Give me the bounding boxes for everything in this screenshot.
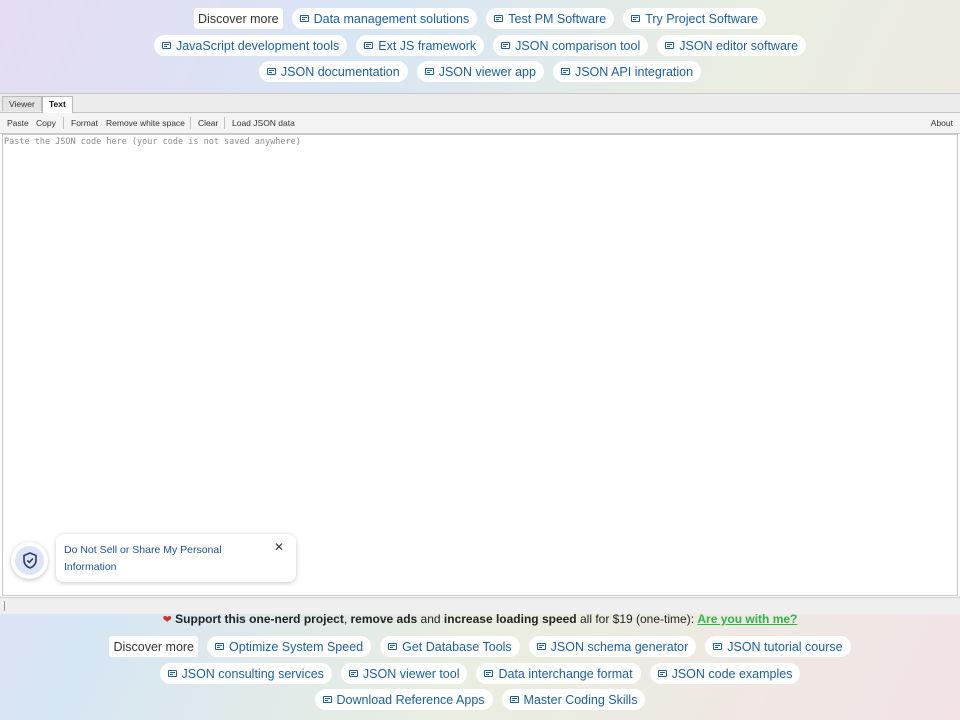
ad-chip-test-pm[interactable]: Test PM Software: [486, 8, 615, 29]
close-icon[interactable]: ✕: [274, 540, 284, 554]
ad-chip-label: JSON editor software: [679, 38, 799, 53]
clear-button[interactable]: Clear: [198, 113, 218, 133]
support-text-1: Support this one-nerd project: [175, 612, 344, 626]
ad-chip-label: JSON tutorial course: [727, 639, 843, 654]
ad-chip-label: JSON code examples: [671, 666, 793, 681]
ad-chip-code-examples[interactable]: JSON code examples: [649, 663, 801, 684]
ad-chip-optimize-speed[interactable]: Optimize System Speed: [207, 636, 372, 657]
toolbar-divider: [224, 117, 225, 129]
ad-icon: [657, 670, 667, 677]
ad-chip-schema-generator[interactable]: JSON schema generator: [528, 636, 697, 657]
ad-chip-database-tools[interactable]: Get Database Tools: [380, 636, 520, 657]
ad-icon: [322, 696, 332, 703]
support-text-3: increase loading speed: [443, 612, 577, 626]
ad-icon: [364, 42, 374, 49]
ad-icon: [348, 670, 358, 677]
ad-chip-json-viewer-app[interactable]: JSON viewer app: [416, 61, 544, 82]
format-button[interactable]: Format: [71, 113, 98, 133]
ad-icon: [631, 15, 641, 22]
heart-icon: ❤: [162, 614, 172, 626]
bottom-ad-row-3: Download Reference Apps Master Coding Sk…: [0, 689, 960, 710]
ad-icon: [299, 15, 309, 22]
ad-icon: [501, 42, 511, 49]
ad-icon: [424, 68, 434, 75]
ad-chip-label: Test PM Software: [508, 11, 607, 26]
ad-chip-json-compare[interactable]: JSON comparison tool: [493, 35, 649, 56]
ad-icon: [484, 670, 494, 677]
ad-chip-label: JSON comparison tool: [515, 38, 641, 53]
ad-chip-extjs[interactable]: Ext JS framework: [356, 35, 485, 56]
ad-icon: [388, 643, 398, 650]
tab-viewer[interactable]: Viewer: [2, 96, 42, 111]
ad-chip-label: JSON viewer app: [438, 64, 536, 79]
toolbar-divider: [190, 117, 191, 129]
ad-icon: [167, 670, 177, 677]
shield-icon: [15, 546, 44, 575]
support-and: and: [417, 612, 444, 626]
ad-chip-label: Get Database Tools: [402, 639, 512, 654]
ad-chip-label: Master Coding Skills: [523, 692, 638, 707]
ad-icon: [536, 643, 546, 650]
tab-text[interactable]: Text: [42, 96, 73, 113]
ad-chip-label: Try Project Software: [645, 11, 758, 26]
ad-icon: [161, 42, 171, 49]
top-ad-row-3: JSON documentation JSON viewer app JSON …: [0, 61, 960, 82]
top-ad-row-2: JavaScript development tools Ext JS fram…: [0, 35, 960, 56]
ad-chip-consulting[interactable]: JSON consulting services: [159, 663, 332, 684]
json-editor: [2, 134, 958, 596]
ad-icon: [560, 68, 570, 75]
privacy-popup: Do Not Sell or Share My Personal Informa…: [56, 534, 296, 582]
ad-chip-js-tools[interactable]: JavaScript development tools: [153, 35, 348, 56]
tab-bar: Viewer Text: [0, 94, 960, 113]
ad-chip-json-docs[interactable]: JSON documentation: [258, 61, 408, 82]
paste-button[interactable]: Paste: [7, 113, 29, 133]
ad-icon: [215, 643, 225, 650]
ad-chip-label: JSON viewer tool: [362, 666, 460, 681]
ad-chip-reference-apps[interactable]: Download Reference Apps: [314, 689, 493, 710]
privacy-shield-button[interactable]: [11, 542, 48, 579]
ad-icon: [509, 696, 519, 703]
top-ad-row-1: Discover more Data management solutions …: [0, 8, 960, 29]
ad-chip-data-management[interactable]: Data management solutions: [291, 8, 478, 29]
do-not-sell-link[interactable]: Do Not Sell or Share My Personal Informa…: [64, 542, 244, 575]
ad-icon: [266, 68, 276, 75]
discover-more-button[interactable]: Discover more: [109, 636, 199, 657]
status-cursor: [4, 601, 5, 611]
load-json-button[interactable]: Load JSON data: [232, 113, 295, 133]
remove-whitespace-button[interactable]: Remove white space: [106, 113, 185, 133]
discover-more-button[interactable]: Discover more: [194, 8, 283, 29]
support-text-2: remove ads: [350, 612, 418, 626]
ad-chip-viewer-tool[interactable]: JSON viewer tool: [340, 663, 468, 684]
ad-icon: [665, 42, 675, 49]
ad-chip-label: JSON API integration: [574, 64, 694, 79]
ad-icon: [713, 643, 723, 650]
support-banner: ❤ Support this one-nerd project, remove …: [0, 612, 960, 626]
ad-chip-label: Ext JS framework: [378, 38, 477, 53]
toolbar-divider: [63, 117, 64, 129]
support-comma: ,: [343, 612, 351, 626]
ad-chip-label: Data management solutions: [313, 11, 470, 26]
ad-chip-label: Data interchange format: [498, 666, 633, 681]
toolbar: Paste Copy Format Remove white space Cle…: [0, 113, 960, 134]
ad-chip-json-api[interactable]: JSON API integration: [552, 61, 702, 82]
support-link[interactable]: Are you with me?: [697, 612, 797, 626]
json-input[interactable]: [3, 135, 957, 595]
ad-chip-label: JSON consulting services: [181, 666, 324, 681]
bottom-ad-row-1: Discover more Optimize System Speed Get …: [0, 636, 960, 657]
support-price: all for $19 (one-time):: [576, 612, 698, 626]
ad-chip-try-project[interactable]: Try Project Software: [623, 8, 766, 29]
ad-chip-label: JSON schema generator: [550, 639, 689, 654]
ad-icon: [494, 15, 504, 22]
copy-button[interactable]: Copy: [36, 113, 56, 133]
ad-chip-label: JSON documentation: [280, 64, 400, 79]
ad-chip-tutorial-course[interactable]: JSON tutorial course: [705, 636, 851, 657]
about-button[interactable]: About: [931, 113, 953, 133]
ad-chip-coding-skills[interactable]: Master Coding Skills: [501, 689, 646, 710]
ad-chip-data-interchange[interactable]: Data interchange format: [476, 663, 641, 684]
bottom-ad-row-2: JSON consulting services JSON viewer too…: [0, 663, 960, 684]
ad-chip-label: Download Reference Apps: [336, 692, 485, 707]
ad-chip-json-editor[interactable]: JSON editor software: [657, 35, 807, 56]
ad-chip-label: JavaScript development tools: [175, 38, 340, 53]
ad-chip-label: Optimize System Speed: [229, 639, 364, 654]
